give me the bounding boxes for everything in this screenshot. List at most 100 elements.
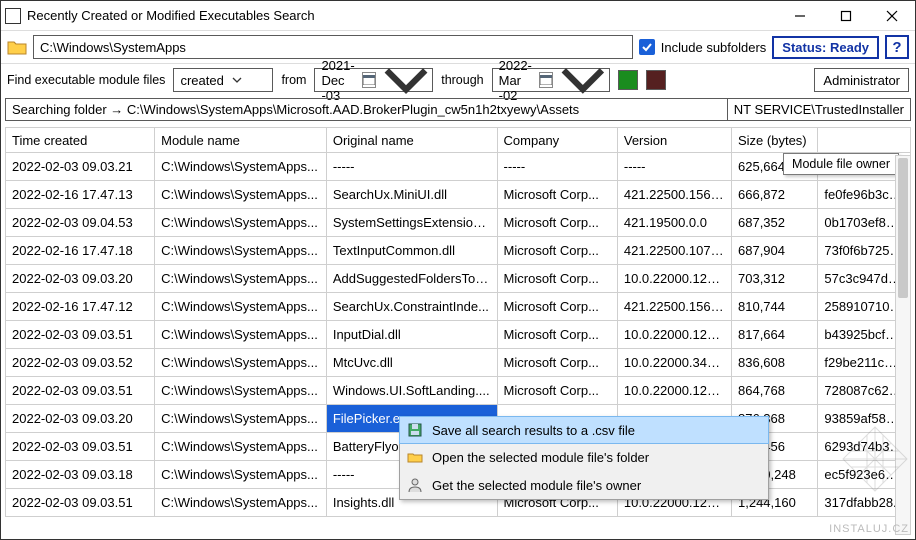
cell-company: Microsoft Corp... [497, 293, 617, 321]
check-icon [641, 41, 653, 53]
cell-company: Microsoft Corp... [497, 349, 617, 377]
cell-original: Windows.UI.SoftLanding.... [326, 377, 497, 405]
cell-original: SearchUx.MiniUI.dll [326, 181, 497, 209]
cell-module: C:\Windows\SystemApps... [155, 237, 327, 265]
table-row[interactable]: 2022-02-16 17.47.12C:\Windows\SystemApps… [6, 293, 911, 321]
path-row: Include subfolders Status: Ready ? [1, 31, 915, 64]
cell-original: SystemSettingsExtension... [326, 209, 497, 237]
cell-original: InputDial.dll [326, 321, 497, 349]
col-company[interactable]: Company [497, 128, 617, 153]
cell-company: Microsoft Corp... [497, 377, 617, 405]
cell-version: ----- [617, 153, 731, 181]
filter-row: Find executable module files created fro… [1, 64, 915, 96]
cell-time: 2022-02-03 09.03.51 [6, 321, 155, 349]
cell-size: 864,768 [732, 377, 818, 405]
vertical-scrollbar[interactable] [895, 155, 911, 535]
cell-time: 2022-02-03 09.04.53 [6, 209, 155, 237]
table-row[interactable]: 2022-02-16 17.47.18C:\Windows\SystemApps… [6, 237, 911, 265]
cell-module: C:\Windows\SystemApps... [155, 153, 327, 181]
cell-version: 421.22500.1565.0 [617, 181, 731, 209]
cell-size: 666,872 [732, 181, 818, 209]
admin-button[interactable]: Administrator [814, 68, 909, 92]
cell-time: 2022-02-03 09.03.18 [6, 461, 155, 489]
cell-company: Microsoft Corp... [497, 321, 617, 349]
calendar-icon [362, 72, 376, 88]
cell-version: 421.22500.1565.0 [617, 293, 731, 321]
col-owner[interactable] [818, 128, 911, 153]
cell-company: Microsoft Corp... [497, 181, 617, 209]
context-menu-label: Save all search results to a .csv file [432, 423, 635, 438]
cell-time: 2022-02-16 17.47.13 [6, 181, 155, 209]
mode-combo[interactable]: created [173, 68, 273, 92]
cell-module: C:\Windows\SystemApps... [155, 461, 327, 489]
cell-module: C:\Windows\SystemApps... [155, 349, 327, 377]
status-bar: Searching folder → C:\Windows\SystemApps… [5, 98, 911, 121]
context-menu-item[interactable]: Save all search results to a .csv file [399, 416, 769, 444]
cell-time: 2022-02-03 09.03.52 [6, 349, 155, 377]
cell-version: 421.22500.1075.0 [617, 237, 731, 265]
col-original[interactable]: Original name [326, 128, 497, 153]
disk-icon [406, 421, 424, 439]
close-button[interactable] [869, 1, 915, 31]
status-right: NT SERVICE\TrustedInstaller [728, 99, 910, 120]
cell-time: 2022-02-16 17.47.18 [6, 237, 155, 265]
minimize-button[interactable] [777, 1, 823, 31]
cell-time: 2022-02-03 09.03.51 [6, 433, 155, 461]
mode-value: created [180, 73, 223, 88]
cell-module: C:\Windows\SystemApps... [155, 405, 327, 433]
col-time[interactable]: Time created [6, 128, 155, 153]
start-button[interactable] [618, 70, 638, 90]
table-row[interactable]: 2022-02-03 09.04.53C:\Windows\SystemApps… [6, 209, 911, 237]
table-row[interactable]: 2022-02-03 09.03.51C:\Windows\SystemApps… [6, 377, 911, 405]
cell-original: AddSuggestedFoldersToL... [326, 265, 497, 293]
include-subfolders-checkbox[interactable] [639, 39, 655, 55]
include-subfolders-label: Include subfolders [661, 40, 767, 55]
cell-company: Microsoft Corp... [497, 209, 617, 237]
cell-module: C:\Windows\SystemApps... [155, 209, 327, 237]
col-size[interactable]: Size (bytes) [732, 128, 818, 153]
cell-time: 2022-02-03 09.03.51 [6, 377, 155, 405]
cell-module: C:\Windows\SystemApps... [155, 181, 327, 209]
to-date-value: 2022-Mar -02 [499, 58, 533, 103]
titlebar: Recently Created or Modified Executables… [1, 1, 915, 31]
to-date-picker[interactable]: 2022-Mar -02 [492, 68, 610, 92]
col-module[interactable]: Module name [155, 128, 327, 153]
maximize-button[interactable] [823, 1, 869, 31]
stop-button[interactable] [646, 70, 666, 90]
cell-version: 421.19500.0.0 [617, 209, 731, 237]
table-row[interactable]: 2022-02-03 09.03.51C:\Windows\SystemApps… [6, 321, 911, 349]
cell-time: 2022-02-03 09.03.20 [6, 265, 155, 293]
cell-company: ----- [497, 153, 617, 181]
path-input[interactable] [33, 35, 633, 59]
results-table-wrap: Time created Module name Original name C… [1, 123, 915, 539]
chevron-down-icon [382, 56, 430, 104]
from-date-picker[interactable]: 2021-Dec -03 [314, 68, 433, 92]
folder-icon[interactable] [7, 38, 27, 56]
status-left: Searching folder → C:\Windows\SystemApps… [6, 99, 728, 120]
scroll-thumb[interactable] [898, 158, 908, 298]
cell-size: 810,744 [732, 293, 818, 321]
table-row[interactable]: 2022-02-03 09.03.21C:\Windows\SystemApps… [6, 153, 911, 181]
col-version[interactable]: Version [617, 128, 731, 153]
from-date-value: 2021-Dec -03 [321, 58, 356, 103]
window-title: Recently Created or Modified Executables… [27, 8, 777, 23]
cell-time: 2022-02-03 09.03.51 [6, 489, 155, 517]
table-row[interactable]: 2022-02-03 09.03.20C:\Windows\SystemApps… [6, 265, 911, 293]
context-menu-item[interactable]: Get the selected module file's owner [400, 471, 768, 499]
cell-module: C:\Windows\SystemApps... [155, 489, 327, 517]
context-menu-item[interactable]: Open the selected module file's folder [400, 443, 768, 471]
cell-company: Microsoft Corp... [497, 265, 617, 293]
help-button[interactable]: ? [885, 35, 909, 59]
cell-version: 10.0.22000.120 ... [617, 265, 731, 293]
header-tooltip: Module file owner [783, 153, 899, 175]
cell-company: Microsoft Corp... [497, 237, 617, 265]
context-menu-label: Open the selected module file's folder [432, 450, 649, 465]
cell-size: 836,608 [732, 349, 818, 377]
chevron-down-icon [232, 75, 242, 85]
minimize-icon [794, 10, 806, 22]
cell-time: 2022-02-03 09.03.21 [6, 153, 155, 181]
cell-size: 817,664 [732, 321, 818, 349]
table-row[interactable]: 2022-02-03 09.03.52C:\Windows\SystemApps… [6, 349, 911, 377]
table-row[interactable]: 2022-02-16 17.47.13C:\Windows\SystemApps… [6, 181, 911, 209]
app-icon [5, 8, 21, 24]
